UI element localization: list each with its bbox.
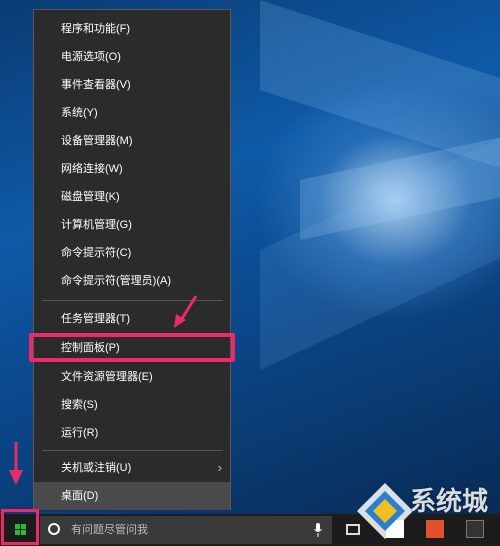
search-placeholder: 有问题尽管问我 [71,524,148,536]
menu-item-run[interactable]: 运行(R) [34,419,230,447]
menu-item-label: 关机或注销(U) [61,462,132,474]
menu-item-desktop[interactable]: 桌面(D) [34,482,230,510]
pointer-arrow-icon [174,295,198,328]
taskbar-apps [340,518,500,542]
menu-item-disk-management[interactable]: 磁盘管理(K) [34,183,230,211]
menu-item-file-explorer[interactable]: 文件资源管理器(E) [34,363,230,391]
menu-item-power-options[interactable]: 电源选项(O) [34,43,230,71]
menu-item-network-connections[interactable]: 网络连接(W) [34,155,230,183]
menu-item-system[interactable]: 系统(Y) [34,99,230,127]
cortana-icon [48,523,60,535]
menu-separator [42,450,223,451]
start-button-highlight-box [1,509,39,545]
menu-item-search[interactable]: 搜索(S) [34,391,230,419]
search-box[interactable]: 有问题尽管问我 [40,516,332,544]
menu-item-command-prompt-admin[interactable]: 命令提示符(管理员)(A) [34,267,230,295]
pointer-arrow-icon [9,442,23,485]
task-view-icon[interactable] [346,524,360,535]
menu-item-computer-management[interactable]: 计算机管理(G) [34,211,230,239]
taskbar: 有问题尽管问我 [0,514,500,546]
menu-item-shutdown-signout[interactable]: 关机或注销(U) › [34,454,230,482]
menu-item-device-manager[interactable]: 设备管理器(M) [34,127,230,155]
app-icon[interactable] [386,520,404,538]
microphone-icon[interactable] [314,523,322,537]
control-panel-highlight-box [29,333,235,362]
menu-item-programs-and-features[interactable]: 程序和功能(F) [34,15,230,43]
chevron-right-icon: › [217,460,222,475]
app-icon[interactable] [466,520,484,538]
winx-context-menu: 程序和功能(F) 电源选项(O) 事件查看器(V) 系统(Y) 设备管理器(M)… [33,9,231,510]
menu-item-command-prompt[interactable]: 命令提示符(C) [34,239,230,267]
app-icon[interactable] [426,520,444,538]
menu-item-event-viewer[interactable]: 事件查看器(V) [34,71,230,99]
